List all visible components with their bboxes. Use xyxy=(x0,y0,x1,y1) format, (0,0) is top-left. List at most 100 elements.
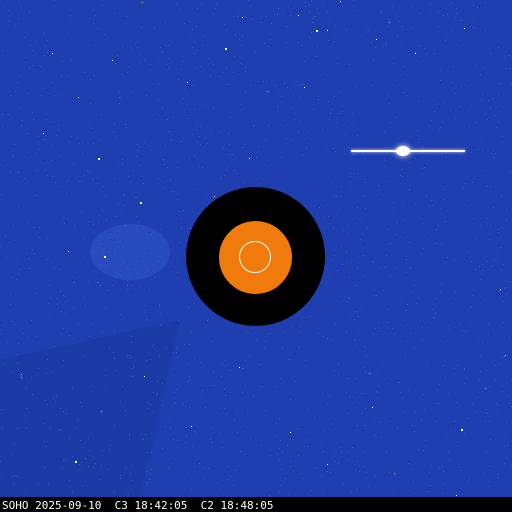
noise-speck xyxy=(189,407,190,408)
noise-speck xyxy=(103,254,104,255)
noise-speck xyxy=(444,102,445,103)
noise-speck xyxy=(82,142,83,143)
noise-speck xyxy=(147,402,148,403)
noise-speck xyxy=(14,144,15,145)
noise-speck xyxy=(213,371,214,372)
noise-speck xyxy=(316,197,317,198)
noise-speck xyxy=(56,396,57,397)
noise-speck xyxy=(356,407,357,408)
noise-speck xyxy=(214,435,215,436)
noise-speck xyxy=(127,285,128,286)
noise-speck xyxy=(194,109,195,110)
noise-speck xyxy=(228,162,229,163)
noise-speck xyxy=(38,339,39,340)
noise-speck xyxy=(208,387,209,388)
noise-speck xyxy=(339,137,340,138)
noise-speck xyxy=(17,82,18,83)
noise-speck xyxy=(399,21,400,22)
noise-speck xyxy=(150,64,151,65)
noise-speck xyxy=(22,458,23,459)
noise-speck xyxy=(263,20,264,21)
noise-speck xyxy=(137,144,138,145)
noise-speck xyxy=(13,484,14,485)
noise-speck xyxy=(486,451,487,452)
noise-speck xyxy=(250,38,251,39)
noise-speck xyxy=(126,127,127,128)
noise-speck xyxy=(470,326,471,327)
noise-speck xyxy=(62,61,63,62)
noise-speck xyxy=(486,370,487,371)
noise-speck xyxy=(281,469,282,470)
noise-speck xyxy=(424,30,425,31)
star-point xyxy=(376,39,377,40)
noise-speck xyxy=(353,174,354,175)
noise-speck xyxy=(282,348,283,349)
noise-speck xyxy=(10,145,11,146)
noise-speck xyxy=(493,98,494,99)
noise-speck xyxy=(349,397,350,398)
noise-speck xyxy=(174,372,175,373)
noise-speck xyxy=(2,142,3,143)
noise-speck xyxy=(356,349,357,350)
noise-speck xyxy=(172,463,173,464)
noise-speck xyxy=(60,444,61,445)
noise-speck xyxy=(446,419,447,420)
noise-speck xyxy=(179,211,180,212)
noise-speck xyxy=(148,363,149,364)
noise-speck xyxy=(288,359,289,360)
noise-speck xyxy=(39,85,40,86)
noise-speck xyxy=(61,447,62,448)
noise-speck xyxy=(24,270,25,271)
noise-speck xyxy=(85,305,86,306)
noise-speck xyxy=(153,411,154,412)
noise-speck xyxy=(171,191,172,192)
noise-speck xyxy=(245,62,246,63)
noise-speck xyxy=(382,361,383,362)
noise-speck xyxy=(62,145,63,146)
noise-speck xyxy=(458,49,459,50)
noise-speck xyxy=(464,383,465,384)
noise-speck xyxy=(10,304,11,305)
noise-speck xyxy=(443,184,444,185)
noise-speck xyxy=(131,342,132,343)
noise-speck xyxy=(361,360,362,361)
noise-speck xyxy=(250,85,251,86)
noise-speck xyxy=(361,8,362,9)
noise-speck xyxy=(62,7,63,8)
noise-speck xyxy=(45,400,46,401)
noise-speck xyxy=(349,258,350,259)
noise-speck xyxy=(89,220,90,221)
noise-speck xyxy=(429,476,430,477)
noise-speck xyxy=(364,182,365,183)
noise-speck xyxy=(402,157,403,158)
noise-speck xyxy=(328,101,329,102)
noise-speck xyxy=(137,342,138,343)
noise-speck xyxy=(174,403,175,404)
noise-speck xyxy=(378,322,379,323)
noise-speck xyxy=(336,131,337,132)
noise-speck xyxy=(100,258,101,259)
noise-speck xyxy=(44,152,45,153)
noise-speck xyxy=(379,378,380,379)
noise-speck xyxy=(341,452,342,453)
noise-speck xyxy=(1,258,2,259)
noise-speck xyxy=(482,265,483,266)
noise-speck xyxy=(184,23,185,24)
noise-speck xyxy=(363,466,364,467)
noise-speck xyxy=(32,249,33,250)
noise-speck xyxy=(498,229,499,230)
noise-speck xyxy=(36,118,37,119)
noise-speck xyxy=(115,107,116,108)
noise-speck xyxy=(89,450,90,451)
noise-speck xyxy=(380,199,381,200)
noise-speck xyxy=(46,119,47,120)
noise-speck xyxy=(40,319,41,320)
noise-speck xyxy=(47,359,48,360)
noise-speck xyxy=(304,446,305,447)
noise-speck xyxy=(122,389,123,390)
noise-speck xyxy=(244,144,245,145)
noise-speck xyxy=(245,385,246,386)
noise-speck xyxy=(41,258,42,259)
noise-speck xyxy=(314,347,315,348)
noise-speck xyxy=(66,363,67,364)
